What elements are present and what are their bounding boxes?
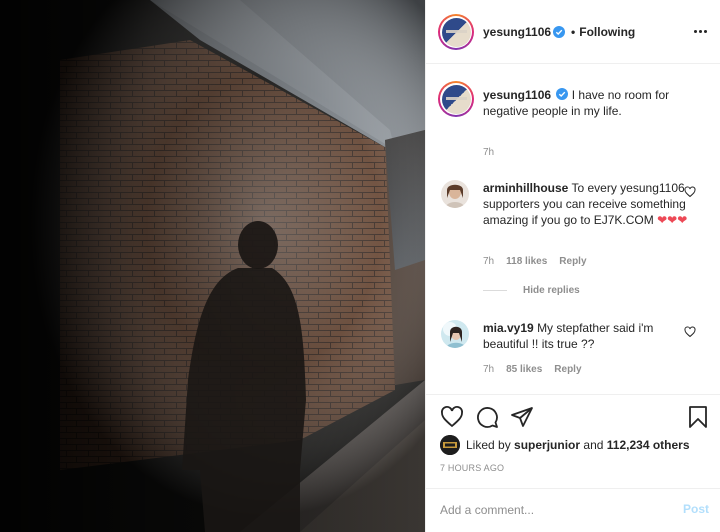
comment-likes[interactable]: 85 likes (506, 364, 542, 375)
comment-meta: 7h 118 likes Reply (483, 256, 587, 267)
likes-count[interactable]: 112,234 others (607, 438, 690, 452)
bookmark-icon[interactable] (686, 405, 710, 429)
post-detail-panel: yesung1106 • Following yesung1106 I have… (425, 0, 720, 532)
comment-time[interactable]: 7h (483, 364, 494, 375)
liked-by-user[interactable]: superjunior (514, 438, 580, 452)
author-username[interactable]: yesung1106 (483, 25, 551, 39)
comment-input[interactable] (440, 501, 660, 519)
verified-badge-icon (556, 88, 569, 100)
comment-likes[interactable]: 118 likes (506, 256, 547, 267)
comment-text-block: mia.vy19 My stepfather said i'm beautifu… (483, 320, 688, 352)
comment-text-block: arminhillhouse To every yesung1106 suppo… (483, 180, 688, 228)
post-comment-button[interactable]: Post (683, 502, 709, 516)
liked-by-joiner: and (583, 438, 604, 452)
send-icon[interactable] (510, 405, 534, 429)
photo-image (0, 0, 425, 532)
post-header: yesung1106 • Following (426, 0, 720, 64)
caption-text-block: yesung1106 I have no room for negative p… (483, 87, 703, 119)
comment-time[interactable]: 7h (483, 256, 494, 267)
action-bar (426, 394, 720, 428)
more-options-icon[interactable] (691, 22, 709, 40)
author-avatar-image (441, 17, 471, 47)
comment-like-heart-icon[interactable] (684, 186, 696, 198)
author-avatar[interactable] (438, 14, 474, 50)
hide-replies-button[interactable]: Hide replies (483, 285, 580, 296)
liker-avatar[interactable] (440, 435, 460, 455)
commenter-avatar-image (441, 180, 469, 208)
likes-text: Liked by superjunior and 112,234 others (466, 438, 690, 452)
commenter-avatar-image (441, 320, 469, 348)
liked-by-prefix: Liked by (466, 438, 511, 452)
caption-avatar-image (441, 84, 471, 114)
add-comment-form: Post (426, 488, 720, 532)
caption-avatar[interactable] (438, 81, 474, 117)
verified-badge-icon (553, 26, 566, 38)
post-timestamp[interactable]: 7 HOURS AGO (440, 463, 504, 473)
following-button[interactable]: Following (579, 25, 635, 39)
comment-username[interactable]: mia.vy19 (483, 321, 534, 335)
comment-icon[interactable] (475, 405, 499, 429)
reply-button[interactable]: Reply (554, 364, 581, 375)
heart-icon[interactable] (440, 405, 464, 429)
replies-divider (483, 290, 507, 291)
likes-summary: Liked by superjunior and 112,234 others (440, 435, 690, 455)
heart-emoji: ❤❤❤ (657, 213, 688, 227)
liker-avatar-image (440, 435, 460, 455)
separator-dot: • (571, 25, 576, 39)
hide-replies-label: Hide replies (523, 285, 580, 296)
post-photo[interactable] (0, 0, 425, 532)
comment-like-heart-icon[interactable] (684, 326, 696, 338)
caption-timestamp[interactable]: 7h (483, 147, 494, 158)
reply-button[interactable]: Reply (559, 256, 586, 267)
commenter-avatar[interactable] (441, 320, 469, 348)
comment-username[interactable]: arminhillhouse (483, 181, 568, 195)
comment-meta: 7h 85 likes Reply (483, 364, 582, 375)
caption-username[interactable]: yesung1106 (483, 88, 551, 102)
commenter-avatar[interactable] (441, 180, 469, 208)
